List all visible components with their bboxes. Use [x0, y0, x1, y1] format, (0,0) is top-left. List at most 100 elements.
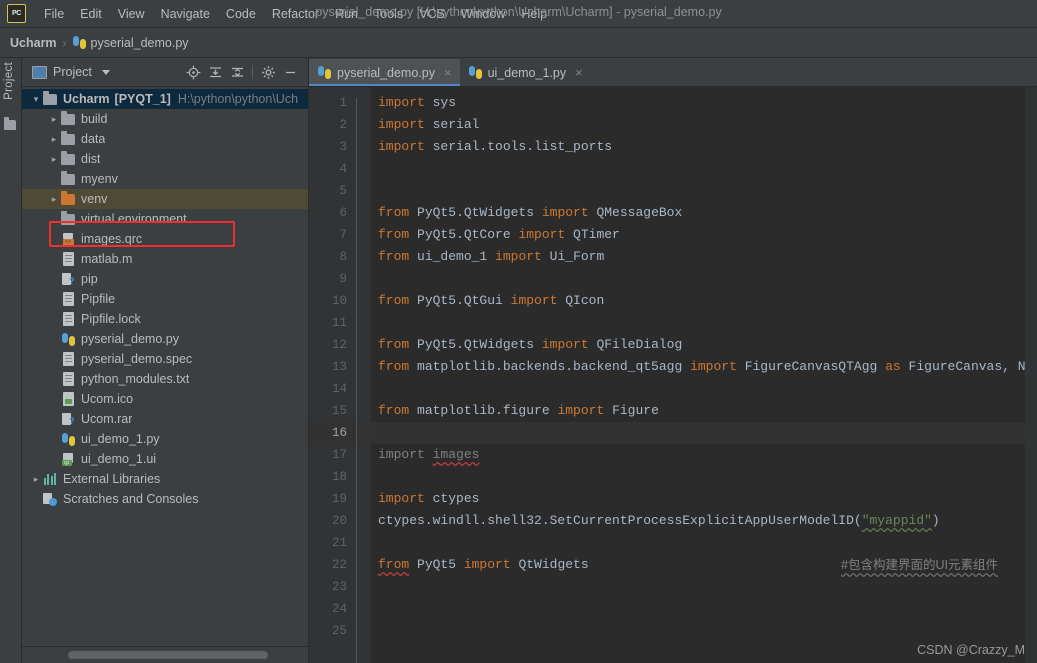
python-file-icon	[72, 36, 86, 49]
editor-scrollbar-strip[interactable]	[1025, 87, 1037, 663]
tree-row-pipfile[interactable]: ▸ Pipfile	[22, 289, 308, 309]
tree-row-pipfile-lock[interactable]: ▸ Pipfile.lock	[22, 309, 308, 329]
code-line: from matplotlib.backends.backend_qt5agg …	[371, 356, 1037, 378]
breadcrumb-file[interactable]: pyserial_demo.py	[72, 36, 189, 50]
code-token: QtWidgets	[510, 557, 589, 572]
menu-code[interactable]: Code	[218, 4, 264, 24]
chevron-down-icon[interactable]	[101, 69, 110, 75]
tree-row-matlab-m[interactable]: ▸ matlab.m	[22, 249, 308, 269]
code-token: PyQt5.QtWidgets	[409, 337, 542, 352]
fold-gutter[interactable]	[356, 87, 371, 663]
tree-row-project-root[interactable]: ▾ Ucharm [PYQT_1] H:\python\python\Uch	[22, 89, 308, 109]
code-line: import sys	[371, 92, 1037, 114]
code-line-current	[371, 422, 1037, 444]
no-chevron-icon: ▸	[30, 494, 42, 505]
project-tree[interactable]: ▾ Ucharm [PYQT_1] H:\python\python\Uch ▸…	[22, 87, 308, 646]
tree-item-label: dist	[81, 152, 101, 166]
expand-all-icon[interactable]	[205, 62, 225, 82]
tree-item-label: ui_demo_1.py	[81, 432, 160, 446]
tree-row-myenv[interactable]: ▸ myenv	[22, 169, 308, 189]
code-line: import images	[371, 444, 1037, 466]
no-chevron-icon: ▸	[48, 214, 60, 225]
tree-row-pyserial-demo-spec[interactable]: ▸ pyserial_demo.spec	[22, 349, 308, 369]
locate-target-icon[interactable]	[183, 62, 203, 82]
tree-row-images-qrc[interactable]: ▸ <> images.qrc	[22, 229, 308, 249]
chevron-right-icon[interactable]: ▸	[48, 114, 60, 125]
editor-area: pyserial_demo.py × ui_demo_1.py × 1 2 3 …	[309, 58, 1037, 663]
project-root-name: Ucharm	[63, 92, 110, 106]
code-token-string: "myappid"	[861, 513, 932, 528]
code-token: sys	[424, 95, 457, 110]
project-panel-title-group[interactable]: Project	[32, 65, 110, 79]
menu-window[interactable]: Window	[453, 4, 513, 24]
line-number: 8	[339, 250, 347, 264]
chevron-right-icon[interactable]: ▸	[30, 474, 42, 485]
close-icon[interactable]: ×	[575, 65, 583, 80]
tree-row-venv[interactable]: ▸ venv	[22, 189, 308, 209]
main-content: Project Project ▾ Ucharm [PYQT_1] H:\pyt…	[0, 58, 1037, 663]
line-number: 24	[331, 602, 347, 616]
menu-refactor[interactable]: Refactor	[264, 4, 327, 24]
menu-tools[interactable]: Tools	[366, 4, 411, 24]
line-number: 20	[331, 514, 347, 528]
code-text-area[interactable]: import sys import serial import serial.t…	[371, 87, 1037, 663]
project-panel-toolbar	[183, 62, 304, 82]
chevron-right-icon[interactable]: ▸	[48, 134, 60, 145]
line-number: 21	[331, 536, 347, 550]
chevron-down-icon[interactable]: ▾	[30, 94, 42, 105]
minimize-icon[interactable]	[280, 62, 300, 82]
qrc-file-icon: <>	[60, 232, 76, 246]
code-token: from	[378, 227, 410, 242]
tree-row-external-libraries[interactable]: ▸ External Libraries	[22, 469, 308, 489]
folder-icon	[4, 117, 16, 130]
menu-run[interactable]: Run	[327, 4, 366, 24]
tree-row-ucom-rar[interactable]: ▸ ? Ucom.rar	[22, 409, 308, 429]
tree-row-virtual-environment[interactable]: ▸ virtual environment	[22, 209, 308, 229]
code-token: PyQt5.QtWidgets	[409, 205, 542, 220]
tree-row-scratches-and-consoles[interactable]: ▸ Scratches and Consoles	[22, 489, 308, 509]
project-horizontal-scrollbar[interactable]	[22, 646, 308, 663]
line-number: 1	[339, 96, 347, 110]
code-token: import	[378, 491, 425, 506]
code-token: import	[518, 227, 566, 242]
menu-help[interactable]: Help	[513, 4, 555, 24]
tab-ui-demo-1-py[interactable]: ui_demo_1.py ×	[460, 59, 591, 86]
chevron-right-icon[interactable]: ▸	[48, 154, 60, 165]
chevron-right-icon[interactable]: ▸	[48, 194, 60, 205]
tree-row-pip[interactable]: ▸ ? pip	[22, 269, 308, 289]
breadcrumb-project[interactable]: Ucharm	[10, 36, 57, 50]
menu-navigate[interactable]: Navigate	[153, 4, 218, 24]
line-number-current: 16	[309, 422, 356, 444]
tool-window-button-project[interactable]: Project	[3, 62, 15, 100]
collapse-all-icon[interactable]	[227, 62, 247, 82]
code-editor[interactable]: 1 2 3 4 5 6 7 8 9 10 11 12 13 14 15 16 1	[309, 87, 1037, 663]
line-number: 17	[331, 448, 347, 462]
tree-row-data[interactable]: ▸ data	[22, 129, 308, 149]
menu-edit[interactable]: Edit	[72, 4, 110, 24]
tree-row-pyserial-demo-py[interactable]: ▸ pyserial_demo.py	[22, 329, 308, 349]
tree-item-label: Ucom.ico	[81, 392, 134, 406]
gear-icon[interactable]	[258, 62, 278, 82]
code-token: FigureCanvas, N	[900, 359, 1026, 374]
tree-row-ui-demo-1-py[interactable]: ▸ ui_demo_1.py	[22, 429, 308, 449]
code-token: ctypes.windll.shell32.SetCurrentProcessE…	[378, 513, 862, 528]
tree-row-dist[interactable]: ▸ dist	[22, 149, 308, 169]
no-chevron-icon: ▸	[48, 434, 60, 445]
tree-row-build[interactable]: ▸ build	[22, 109, 308, 129]
menu-file[interactable]: File	[36, 4, 72, 24]
line-number: 2	[339, 118, 347, 132]
close-icon[interactable]: ×	[444, 65, 452, 80]
scrollbar-thumb[interactable]	[68, 651, 268, 659]
tree-row-ucom-ico[interactable]: ▸ Ucom.ico	[22, 389, 308, 409]
code-token: import	[510, 293, 558, 308]
tree-row-python-modules-txt[interactable]: ▸ python_modules.txt	[22, 369, 308, 389]
line-number: 6	[339, 206, 347, 220]
tab-pyserial-demo-py[interactable]: pyserial_demo.py ×	[309, 59, 460, 86]
menu-view[interactable]: View	[110, 4, 153, 24]
tree-row-ui-demo-1-ui[interactable]: ▸ Qt ui_demo_1.ui	[22, 449, 308, 469]
menu-vcs[interactable]: VCS	[411, 4, 453, 24]
code-line: import serial.tools.list_ports	[371, 136, 1037, 158]
code-line: import serial	[371, 114, 1037, 136]
code-token: import	[541, 337, 589, 352]
